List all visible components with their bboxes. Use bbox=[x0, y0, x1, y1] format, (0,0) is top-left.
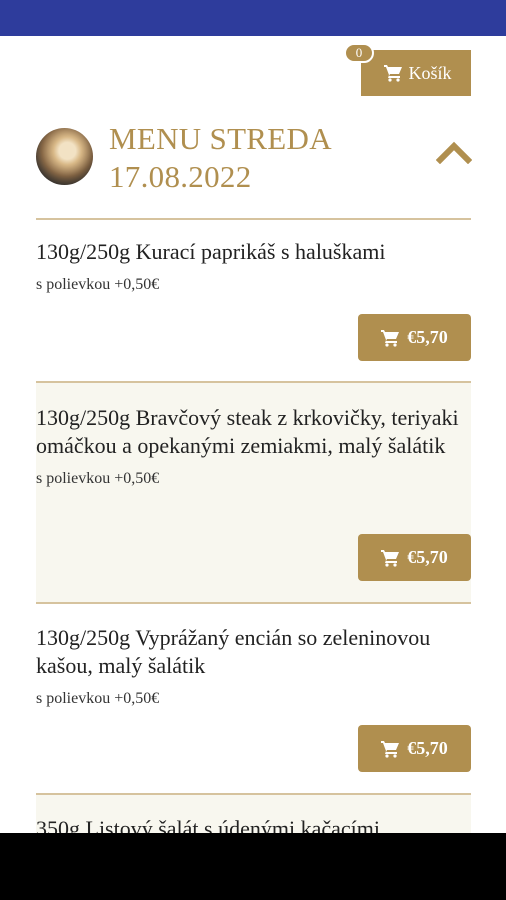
cart-icon bbox=[384, 65, 403, 82]
cart-icon bbox=[381, 549, 400, 567]
header-divider bbox=[36, 218, 471, 220]
status-bar bbox=[0, 0, 506, 36]
cart-icon bbox=[381, 740, 400, 758]
add-to-cart-button[interactable]: €5,70 bbox=[358, 725, 471, 772]
item-soup-option: s polievkou +0,50€ bbox=[36, 276, 160, 293]
menu-title: MENU STREDA 17.08.2022 bbox=[109, 120, 332, 196]
item-soup-option: s polievkou +0,50€ bbox=[36, 690, 160, 707]
price-label: €5,70 bbox=[407, 327, 448, 347]
item-soup-option: s polievkou +0,50€ bbox=[36, 470, 160, 487]
price-label: €5,70 bbox=[407, 547, 448, 567]
item-name: 350g Listový šalát s údenými kačacími bbox=[36, 816, 380, 835]
cart-icon bbox=[381, 329, 400, 347]
cart-count-badge: 0 bbox=[344, 43, 374, 63]
menu-header[interactable]: MENU STREDA 17.08.2022 bbox=[36, 120, 472, 200]
food-thumbnail bbox=[36, 128, 93, 185]
item-name: 130g/250g Kurací paprikáš s haluškami bbox=[36, 239, 386, 264]
navigation-bar bbox=[0, 833, 506, 900]
menu-item: 350g Listový šalát s údenými kačacími bbox=[36, 795, 471, 835]
add-to-cart-button[interactable]: €5,70 bbox=[358, 314, 471, 361]
item-name: 130g/250g Vyprážaný encián so zeleninovo… bbox=[36, 625, 431, 678]
cart-button[interactable]: Košík bbox=[361, 50, 471, 96]
menu-item: 130g/250g Kurací paprikáš s haluškami s … bbox=[36, 238, 471, 381]
cart-label: Košík bbox=[408, 62, 452, 83]
menu-title-date: 17.08.2022 bbox=[109, 159, 252, 194]
chevron-up-icon[interactable] bbox=[436, 140, 472, 164]
cart[interactable]: Košík 0 bbox=[344, 43, 471, 97]
item-name: 130g/250g Bravčový steak z krkovičky, te… bbox=[36, 405, 459, 458]
add-to-cart-button[interactable]: €5,70 bbox=[358, 534, 471, 581]
menu-item: 130g/250g Bravčový steak z krkovičky, te… bbox=[36, 383, 471, 602]
menu-item: 130g/250g Vyprážaný encián so zeleninovo… bbox=[36, 604, 471, 793]
menu-title-day: MENU STREDA bbox=[109, 121, 332, 156]
price-label: €5,70 bbox=[407, 738, 448, 758]
